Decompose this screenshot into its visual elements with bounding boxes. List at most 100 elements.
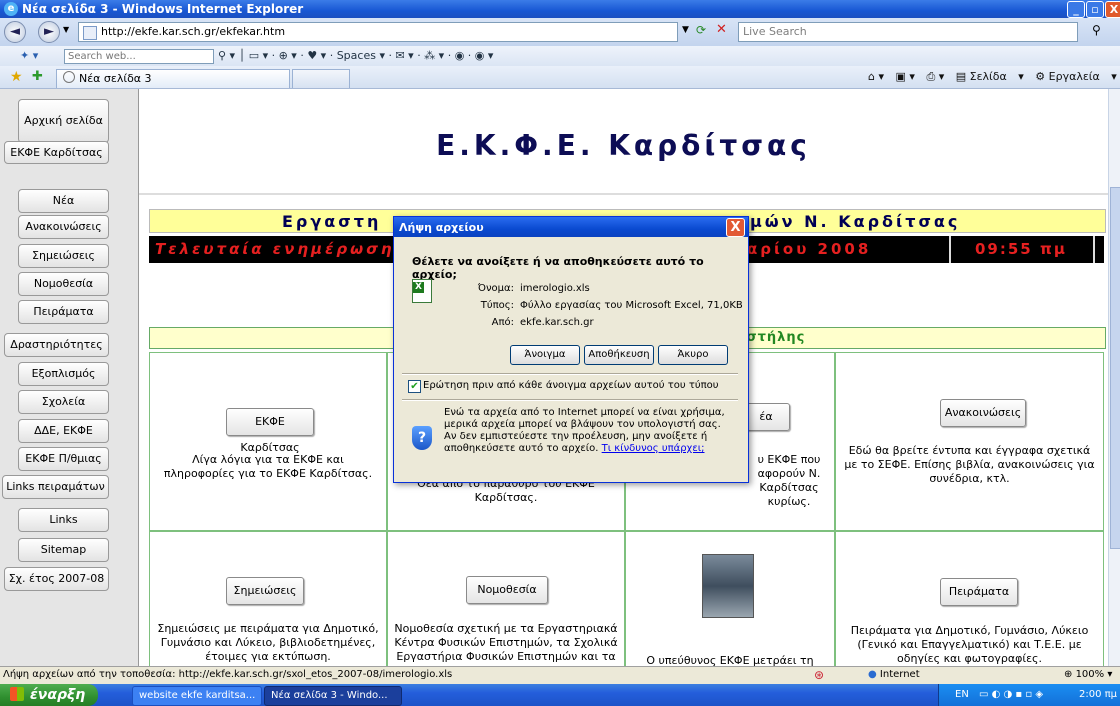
status-bar: Λήψη αρχείων από την τοποθεσία: http://e… (0, 666, 1120, 685)
web-search-input[interactable]: Search web... (64, 49, 214, 64)
security-zone[interactable]: ● Internet (868, 669, 920, 680)
file-source: ekfe.kar.sch.gr (520, 317, 594, 328)
history-dropdown-icon[interactable]: ▼ (63, 25, 69, 34)
language-indicator[interactable]: EN (955, 684, 969, 706)
cell-photo-text: Ο υπεύθυνος ΕΚΦΕ μετράει τη θερμότητα πο… (646, 654, 814, 666)
cell-ekfe: ΕΚΦΕ Καρδίτσας Λίγα λόγια για τα ΕΚΦΕ κα… (149, 352, 387, 531)
dialog-separator (402, 399, 738, 401)
taskbar-item-label: website ekfe karditsa... (139, 690, 256, 701)
page-menu-label: Σελίδα (969, 70, 1007, 83)
nav-home[interactable]: Αρχική σελίδα (18, 99, 109, 143)
cancel-button[interactable]: Άκυρο (658, 345, 728, 365)
maximize-button[interactable]: ▫ (1086, 1, 1104, 18)
scrollbar-thumb[interactable] (1110, 187, 1120, 549)
cell-legislation-text: Νομοθεσία σχετική με τα Εργαστηριακά Κέν… (394, 622, 618, 666)
tab-current[interactable]: Νέα σελίδα 3 (56, 69, 290, 88)
nav-news[interactable]: Νέα (18, 189, 109, 213)
refresh-icon[interactable]: ⟳ (696, 23, 706, 37)
system-tray: EN ▭ ◐ ◑ ▪ ▫ ◈ 2:00 πμ (938, 684, 1120, 706)
nav-ekfe-karditsas[interactable]: ΕΚΦΕ Καρδίτσας (4, 141, 109, 164)
forward-button[interactable]: ► (38, 21, 60, 43)
save-button[interactable]: Αποθήκευση (584, 345, 654, 365)
command-bar: ⌂ ▾ ▣ ▾ ⎙ ▾ ▤ Σελίδα ▾ ⚙ Εργαλεία ▾ (868, 70, 1120, 84)
taskbar-item-word[interactable]: website ekfe karditsa... (132, 686, 262, 706)
feeds-icon[interactable]: ▣ ▾ (896, 70, 915, 83)
dialog-titlebar[interactable]: Λήψη αρχείου X (394, 217, 748, 237)
nav-ekfe-primary[interactable]: ΕΚΦΕ Π/θμιας (18, 447, 109, 471)
nav-school-year[interactable]: Σχ. έτος 2007-08 (4, 567, 109, 591)
nav-announcements[interactable]: Ανακοινώσεις (18, 215, 109, 239)
nav-notes[interactable]: Σημειώσεις (18, 244, 109, 268)
globe-icon: ● (868, 669, 877, 680)
cell-news-button[interactable]: έα (742, 403, 790, 431)
address-url: http://ekfe.kar.sch.gr/ekfekar.htm (101, 25, 286, 38)
file-download-dialog: Λήψη αρχείου X Θέλετε να ανοίξετε ή να α… (393, 216, 749, 483)
update-time: 09:55 πμ (975, 240, 1067, 258)
taskbar-item-label: Νέα σελίδα 3 - Windo... (271, 690, 388, 701)
popup-blocker-icon[interactable]: ⊛ (814, 668, 824, 682)
open-button[interactable]: Άνοιγμα (510, 345, 580, 365)
page-menu[interactable]: ▤ Σελίδα ▾ (956, 70, 1024, 83)
nav-dde-ekfe[interactable]: ΔΔΕ, ΕΚΦΕ (18, 419, 109, 443)
cell-experiments-button[interactable]: Πειράματα (940, 578, 1018, 606)
ticker-separator (949, 236, 951, 263)
stop-icon[interactable]: ✕ (716, 22, 727, 37)
nav-activities[interactable]: Δραστηριότητες (4, 333, 109, 357)
cell-ekfe-button[interactable]: ΕΚΦΕ Καρδίτσας (226, 408, 314, 454)
ie-icon: e (4, 2, 18, 16)
add-favorites-icon[interactable]: ✚ (32, 69, 43, 84)
close-window-button[interactable]: X (1105, 1, 1120, 18)
back-button[interactable]: ◄ (4, 21, 26, 43)
cell-notes-button[interactable]: Σημειώσεις (226, 577, 304, 605)
spaces-button[interactable]: Spaces (337, 49, 376, 62)
dialog-separator (402, 373, 738, 375)
dialog-close-button[interactable]: X (726, 218, 745, 237)
nav-equipment[interactable]: Εξοπλισμός (18, 362, 109, 386)
window-titlebar[interactable]: e Νέα σελίδα 3 - Windows Internet Explor… (0, 0, 1120, 18)
ask-always-checkbox[interactable]: ✔ (408, 380, 421, 393)
excel-file-icon (412, 279, 432, 303)
tools-menu-label: Εργαλεία (1048, 70, 1100, 83)
cell-announcements-button[interactable]: Ανακοινώσεις (940, 399, 1026, 427)
zoom-control[interactable]: ⊕ 100% ▾ (1064, 669, 1112, 680)
live-search-input[interactable]: Live Search (738, 22, 1078, 42)
search-icon[interactable]: ⚲ (1092, 23, 1101, 37)
address-toolbar: ◄ ► ▼ http://ekfe.kar.sch.gr/ekfekar.htm… (0, 18, 1120, 46)
tray-icons[interactable]: ▭ ◐ ◑ ▪ ▫ ◈ (979, 684, 1043, 706)
cell-notes: Σημειώσεις Σημειώσεις με πειράματα για Δ… (149, 531, 387, 666)
new-tab-button[interactable] (292, 69, 350, 88)
nav-links[interactable]: Links (18, 508, 109, 532)
cell-ekfe-text: Λίγα λόγια για τα ΕΚΦΕ και πληροφορίες γ… (163, 453, 373, 480)
minimize-button[interactable]: _ (1067, 1, 1085, 18)
nav-schools[interactable]: Σχολεία (18, 390, 109, 414)
ask-always-label[interactable]: Ερώτηση πριν από κάθε άνοιγμα αρχείων αυ… (423, 380, 719, 391)
site-title: Ε.Κ.Φ.Ε. Καρδίτσας (436, 129, 811, 162)
dialog-question: Θέλετε να ανοίξετε ή να αποθηκεύσετε αυτ… (412, 255, 704, 281)
type-label: Τύπος: (480, 300, 514, 311)
banner-left-text: Εργαστη (282, 212, 382, 231)
cell-legislation-button[interactable]: Νομοθεσία (466, 576, 548, 604)
tools-menu[interactable]: ⚙ Εργαλεία ▾ (1035, 70, 1117, 83)
file-type: Φύλλο εργασίας του Microsoft Excel, 71,0… (520, 300, 743, 311)
toolbar-buttons[interactable]: ⚲ ▾ │ ▭ ▾ · ⊕ ▾ · ♥ ▾ · Spaces ▾ · ✉ ▾ ·… (218, 49, 493, 62)
tab-label: Νέα σελίδα 3 (79, 72, 152, 85)
home-icon[interactable]: ⌂ ▾ (868, 70, 884, 83)
cell-notes-text: Σημειώσεις με πειράματα για Δημοτικό, Γυ… (157, 622, 379, 663)
risk-link[interactable]: Τι κίνδυνος υπάρχει; (602, 443, 705, 454)
lab-photo[interactable] (702, 554, 754, 618)
nav-sitemap[interactable]: Sitemap (18, 538, 109, 562)
clock[interactable]: 2:00 πμ (1079, 684, 1117, 706)
file-name: imerologio.xls (520, 283, 590, 294)
nav-experiments[interactable]: Πειράματα (18, 300, 109, 324)
cell-news-text: υ ΕΚΦΕ που αφορούν Ν. Καρδίτσας κυρίως. (757, 453, 821, 508)
address-bar[interactable]: http://ekfe.kar.sch.gr/ekfekar.htm (78, 22, 678, 42)
nav-experiment-links[interactable]: Links πειραμάτων (2, 475, 109, 499)
address-dropdown-icon[interactable]: ▼ (682, 25, 689, 35)
taskbar-item-ie[interactable]: Νέα σελίδα 3 - Windo... (264, 686, 402, 706)
nav-legislation[interactable]: Νομοθεσία (18, 272, 109, 296)
print-icon[interactable]: ⎙ ▾ (926, 70, 944, 83)
start-label: έναρξη (30, 687, 86, 703)
start-button[interactable]: έναρξη (0, 684, 98, 706)
favorites-star-icon[interactable]: ★ (10, 69, 23, 85)
vertical-scrollbar[interactable] (1108, 89, 1120, 666)
